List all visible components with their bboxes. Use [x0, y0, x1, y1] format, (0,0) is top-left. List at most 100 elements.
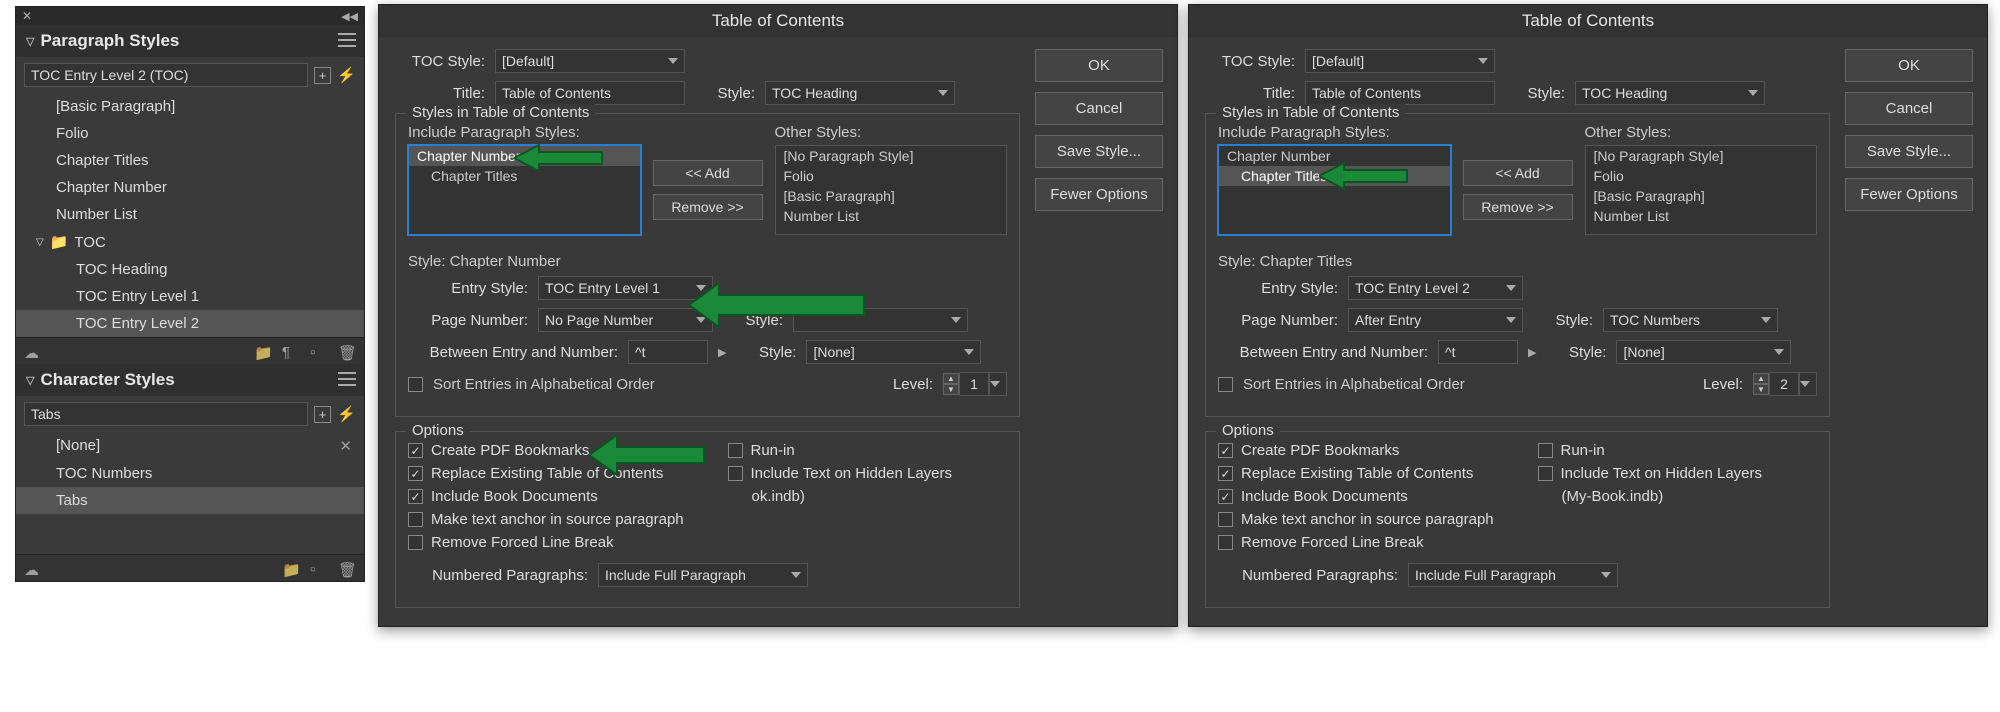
list-item[interactable]: Chapter Titles: [409, 166, 640, 186]
other-styles-list[interactable]: [No Paragraph Style] Folio [Basic Paragr…: [1585, 145, 1818, 235]
replace-toc-checkbox[interactable]: [1218, 466, 1233, 481]
cloud-icon[interactable]: ☁: [24, 561, 42, 575]
list-item[interactable]: TOC Entry Level 1: [16, 283, 364, 310]
remove-break-checkbox[interactable]: [408, 535, 423, 550]
included-styles-list[interactable]: Chapter Number Chapter Titles: [408, 145, 641, 235]
flyout-icon[interactable]: ▶: [718, 346, 726, 359]
ok-button[interactable]: OK: [1035, 49, 1163, 82]
save-style-button[interactable]: Save Style...: [1035, 135, 1163, 168]
between-input[interactable]: ^t: [1438, 340, 1518, 364]
trash-icon[interactable]: 🗑: [338, 344, 356, 358]
list-item[interactable]: [Basic Paragraph]: [1586, 186, 1817, 206]
be-style-select[interactable]: [None]: [1616, 340, 1791, 364]
list-item[interactable]: Chapter Number: [1219, 146, 1450, 166]
level-stepper[interactable]: ▲▼ 1: [943, 372, 1007, 396]
cancel-button[interactable]: Cancel: [1845, 92, 1973, 125]
between-input[interactable]: ^t: [628, 340, 708, 364]
list-item[interactable]: [No Paragraph Style]: [776, 146, 1007, 166]
new-style-icon[interactable]: +: [314, 67, 332, 84]
add-button[interactable]: << Add: [653, 160, 763, 186]
include-book-checkbox[interactable]: [1218, 489, 1233, 504]
flyout-icon[interactable]: ▶: [1528, 346, 1536, 359]
page-number-select[interactable]: After Entry: [1348, 308, 1523, 332]
be-style-select[interactable]: [None]: [806, 340, 981, 364]
list-item[interactable]: Chapter Titles: [1219, 166, 1450, 186]
new-icon[interactable]: ▫: [310, 344, 328, 358]
sort-checkbox[interactable]: [408, 377, 423, 392]
title-style-select[interactable]: TOC Heading: [1575, 81, 1765, 105]
fewer-options-button[interactable]: Fewer Options: [1845, 178, 1973, 211]
current-char-style-field[interactable]: [24, 402, 308, 426]
char-style-list[interactable]: [None] ✕ TOC Numbers Tabs: [16, 432, 364, 514]
add-button[interactable]: << Add: [1463, 160, 1573, 186]
cloud-icon[interactable]: ☁: [24, 344, 42, 358]
collapse-icon[interactable]: ◀◀: [341, 10, 358, 23]
level-value[interactable]: 2: [1769, 372, 1799, 396]
ok-button[interactable]: OK: [1845, 49, 1973, 82]
new-style-icon[interactable]: +: [314, 406, 332, 423]
list-item[interactable]: Folio: [16, 120, 364, 147]
list-item[interactable]: Chapter Number: [16, 174, 364, 201]
fewer-options-button[interactable]: Fewer Options: [1035, 178, 1163, 211]
title-style-select[interactable]: TOC Heading: [765, 81, 955, 105]
cancel-button[interactable]: Cancel: [1035, 92, 1163, 125]
clear-icon[interactable]: ¶: [282, 344, 300, 358]
list-item[interactable]: Folio: [1586, 166, 1817, 186]
level-stepper[interactable]: ▲▼ 2: [1753, 372, 1817, 396]
entry-style-select[interactable]: TOC Entry Level 1: [538, 276, 713, 300]
list-item[interactable]: [Basic Paragraph]: [16, 93, 364, 120]
list-item[interactable]: Number List: [1586, 206, 1817, 226]
level-dropdown[interactable]: [989, 372, 1007, 396]
num-para-select[interactable]: Include Full Paragraph: [1408, 563, 1618, 587]
clear-override-icon[interactable]: ⚡: [337, 66, 356, 84]
level-dropdown[interactable]: [1799, 372, 1817, 396]
list-item[interactable]: Number List: [16, 201, 364, 228]
list-item[interactable]: [Basic Paragraph]: [776, 186, 1007, 206]
trash-icon[interactable]: 🗑: [338, 561, 356, 575]
list-item[interactable]: [None] ✕: [16, 432, 364, 460]
list-item[interactable]: [No Paragraph Style]: [1586, 146, 1817, 166]
included-styles-list[interactable]: Chapter Number Chapter Titles: [1218, 145, 1451, 235]
pn-style-select[interactable]: TOC Numbers: [1603, 308, 1778, 332]
anchor-checkbox[interactable]: [1218, 512, 1233, 527]
num-para-select[interactable]: Include Full Paragraph: [598, 563, 808, 587]
remove-break-checkbox[interactable]: [1218, 535, 1233, 550]
clear-override-icon[interactable]: ⚡: [337, 405, 356, 423]
runin-checkbox[interactable]: [1538, 443, 1553, 458]
list-item[interactable]: TOC Heading: [16, 256, 364, 283]
list-item[interactable]: Chapter Titles: [16, 147, 364, 174]
folder-icon[interactable]: 📁: [254, 344, 272, 358]
list-item[interactable]: Chapter Number: [409, 146, 640, 166]
list-item[interactable]: Number List: [776, 206, 1007, 226]
current-style-field[interactable]: [24, 63, 308, 87]
pn-style-select[interactable]: [793, 308, 968, 332]
chevron-down-icon[interactable]: ▽: [26, 35, 34, 48]
page-number-select[interactable]: No Page Number: [538, 308, 713, 332]
folder-icon[interactable]: 📁: [282, 561, 300, 575]
pdf-bookmarks-checkbox[interactable]: [1218, 443, 1233, 458]
list-item[interactable]: TOC Numbers: [16, 460, 364, 487]
new-icon[interactable]: ▫: [310, 561, 328, 575]
entry-style-select[interactable]: TOC Entry Level 2: [1348, 276, 1523, 300]
remove-button[interactable]: Remove >>: [653, 194, 763, 220]
folder-toc[interactable]: ▽ 📁 TOC: [16, 228, 364, 256]
sort-checkbox[interactable]: [1218, 377, 1233, 392]
list-item-selected[interactable]: Tabs: [16, 487, 364, 514]
other-styles-list[interactable]: [No Paragraph Style] Folio [Basic Paragr…: [775, 145, 1008, 235]
level-value[interactable]: 1: [959, 372, 989, 396]
hidden-layers-checkbox[interactable]: [1538, 466, 1553, 481]
title-input[interactable]: Table of Contents: [495, 81, 685, 105]
remove-button[interactable]: Remove >>: [1463, 194, 1573, 220]
pdf-bookmarks-checkbox[interactable]: [408, 443, 423, 458]
title-input[interactable]: Table of Contents: [1305, 81, 1495, 105]
panel-menu-icon[interactable]: [338, 33, 356, 47]
anchor-checkbox[interactable]: [408, 512, 423, 527]
chevron-down-icon[interactable]: ▽: [26, 374, 34, 387]
toc-style-select[interactable]: [Default]: [495, 49, 685, 73]
runin-checkbox[interactable]: [728, 443, 743, 458]
replace-toc-checkbox[interactable]: [408, 466, 423, 481]
list-item-selected[interactable]: TOC Entry Level 2: [16, 310, 364, 337]
style-list[interactable]: [Basic Paragraph] Folio Chapter Titles C…: [16, 93, 364, 337]
include-book-checkbox[interactable]: [408, 489, 423, 504]
close-icon[interactable]: ✕: [22, 9, 32, 23]
